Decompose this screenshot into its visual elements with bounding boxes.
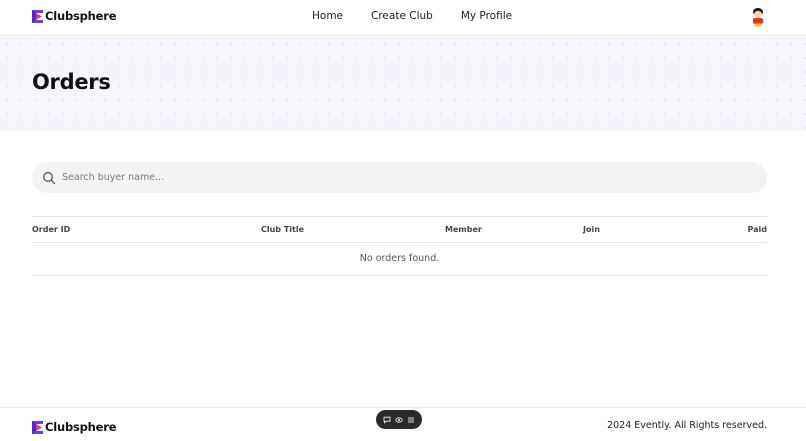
user-avatar[interactable] [747,5,769,27]
brand-name: Clubsphere [45,9,117,23]
main-nav: Home Create Club My Profile [312,10,512,22]
page-hero: Orders [0,37,806,131]
brand-link[interactable]: Clubsphere [32,9,117,23]
footer-brand-link[interactable]: Clubsphere [32,420,117,434]
footer-brand-name: Clubsphere [45,420,117,434]
table-row: No orders found. [32,243,767,276]
clubsphere-logo-icon [32,9,43,23]
clubsphere-logo-icon [32,420,43,434]
column-header-member: Member [445,225,482,234]
avatar-image-icon [747,5,769,27]
search-bar [32,162,767,193]
menu-icon[interactable] [407,416,415,424]
nav-home[interactable]: Home [312,10,343,22]
column-header-join: Join [583,225,600,234]
empty-state-message: No orders found. [359,253,440,264]
search-icon [43,172,56,185]
floating-toolbar [376,410,422,429]
footer: Clubsphere 2024 Evently. All Rights rese… [0,407,806,441]
page-title: Orders [32,70,111,94]
column-header-paid: Paid [747,225,767,234]
column-header-club-title: Club Title [261,225,305,234]
comment-icon[interactable] [383,416,391,424]
table-header: Order ID Club Title Member Join Paid [32,216,767,243]
nav-create-club[interactable]: Create Club [371,10,433,22]
column-header-order-id: Order ID [32,225,71,234]
top-navbar: Clubsphere Home Create Club My Profile [0,0,806,36]
eye-icon[interactable] [395,416,403,424]
nav-my-profile[interactable]: My Profile [461,10,512,22]
copyright-text: 2024 Evently. All Rights reserved. [607,420,767,431]
search-input[interactable] [62,162,752,193]
orders-table: Order ID Club Title Member Join Paid No … [32,216,767,276]
